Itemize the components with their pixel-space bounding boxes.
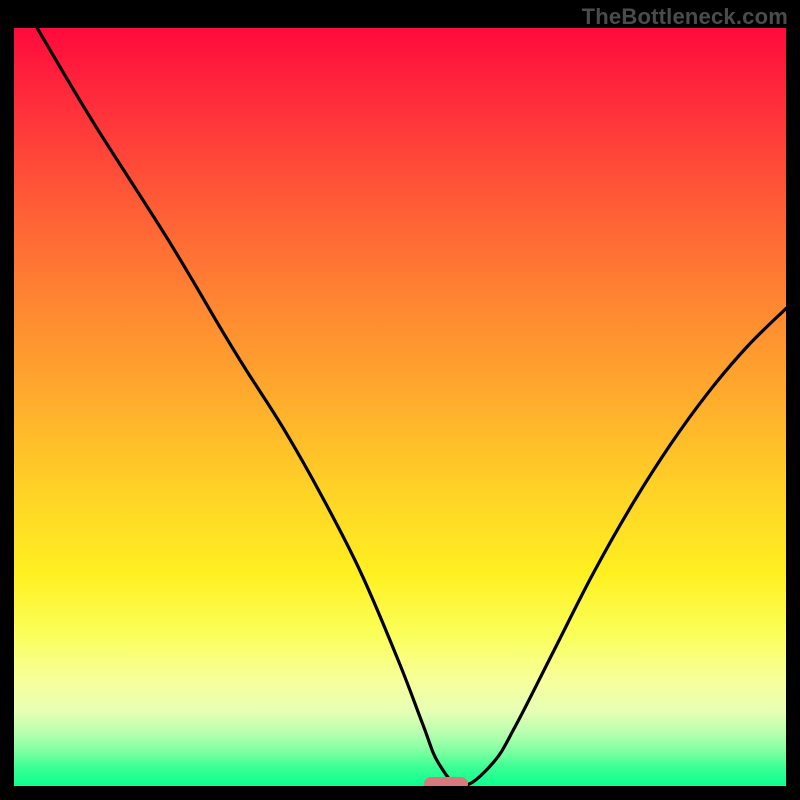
chart-stage: TheBottleneck.com xyxy=(0,0,800,800)
optimum-marker xyxy=(424,777,468,786)
plot-area xyxy=(14,28,786,786)
watermark-text: TheBottleneck.com xyxy=(582,4,788,30)
bottleneck-curve xyxy=(37,28,786,786)
curve-svg xyxy=(14,28,786,786)
